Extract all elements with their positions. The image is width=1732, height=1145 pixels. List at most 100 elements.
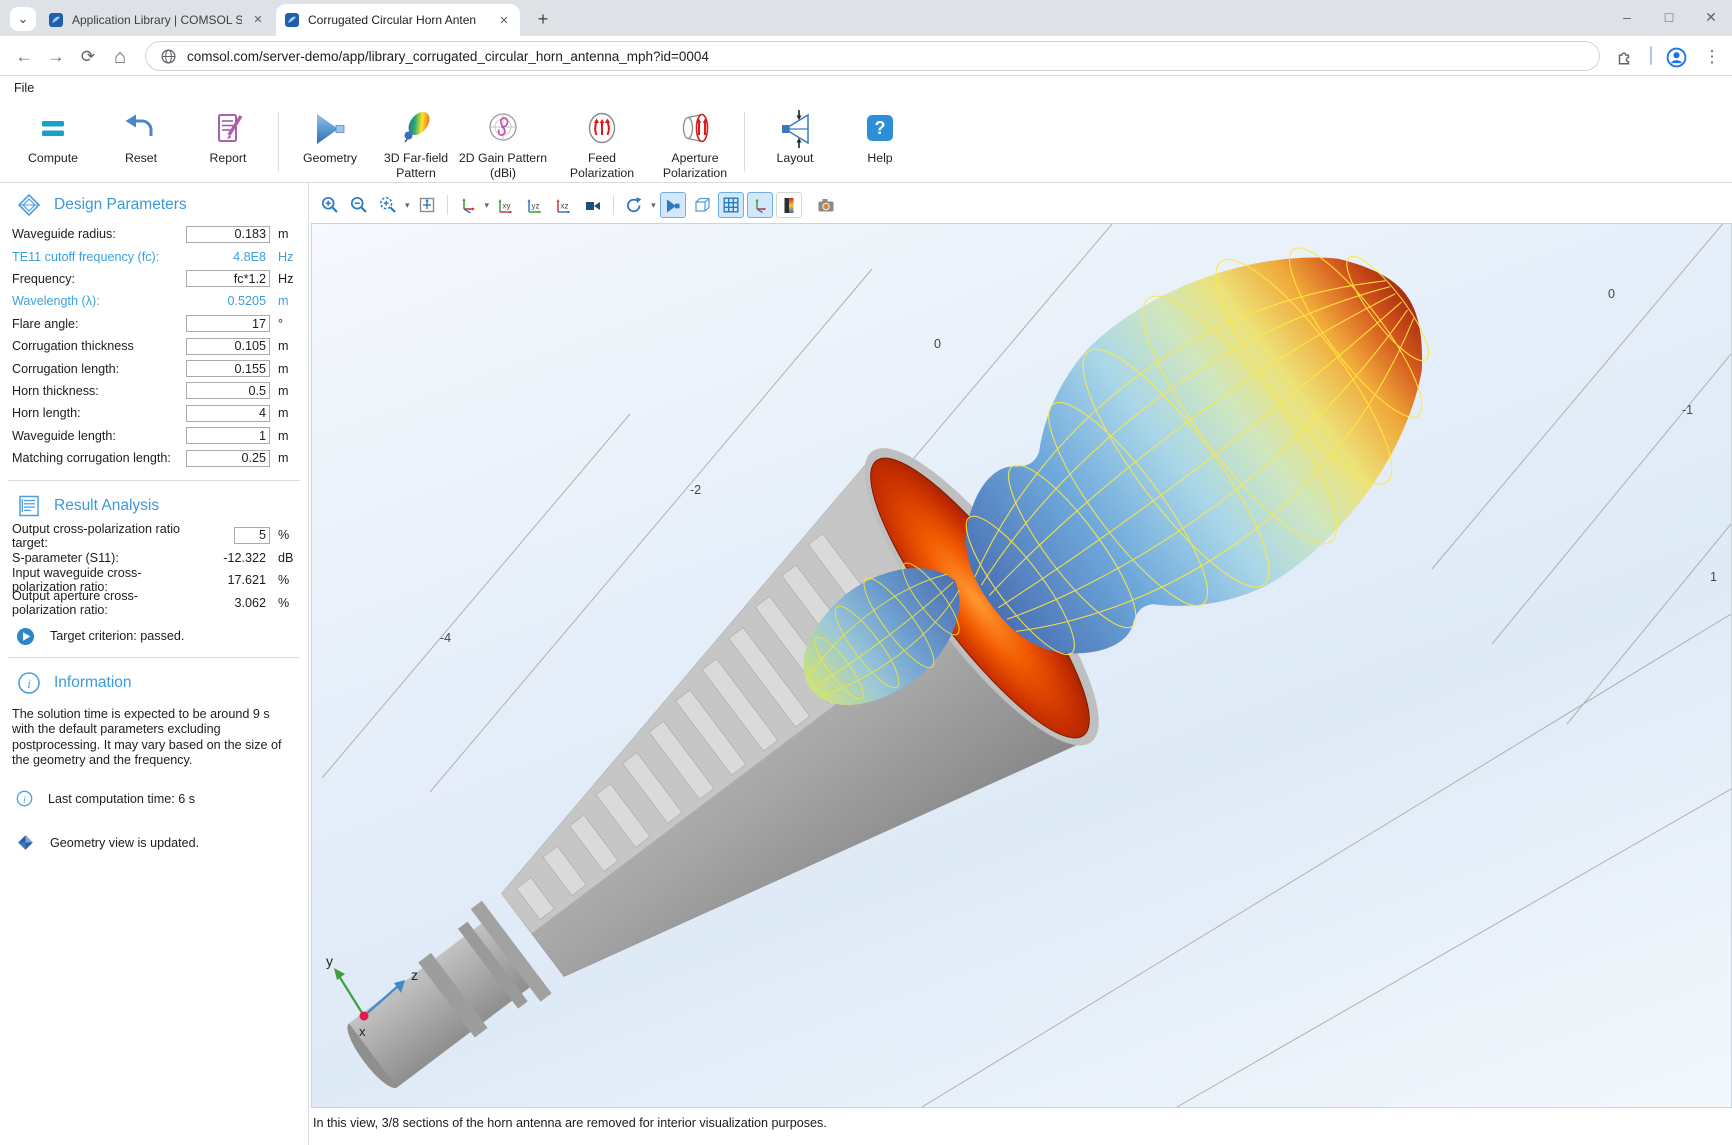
toolbar-separator xyxy=(447,195,448,215)
result-row: Output cross-polarization ratio target:% xyxy=(0,524,308,546)
tab-close-icon[interactable]: ✕ xyxy=(496,12,512,28)
scene-light-toggle[interactable] xyxy=(660,192,686,218)
gain-2d-button[interactable]: 2D Gain Pattern (dBi) xyxy=(456,106,550,180)
far-field-3d-button[interactable]: 3D Far-field Pattern xyxy=(369,106,463,180)
svg-text:i: i xyxy=(27,676,31,691)
rotate-view-button[interactable] xyxy=(621,192,647,218)
waveguide-length-input[interactable] xyxy=(186,427,270,444)
window-close-button[interactable]: ✕ xyxy=(1690,0,1732,34)
color-legend-toggle[interactable] xyxy=(776,192,802,218)
xz-view-button[interactable]: xz xyxy=(551,192,577,218)
maximize-icon: □ xyxy=(1665,9,1673,25)
flare-angle-input[interactable] xyxy=(186,315,270,332)
wavelength-value: 0.5205 xyxy=(186,294,270,308)
section-divider xyxy=(8,657,300,658)
parameter-row: Corrugation thicknessm xyxy=(0,335,308,357)
parameter-row: TE11 cutoff frequency (fc):4.8E8Hz xyxy=(0,245,308,267)
parameter-row: Corrugation length:m xyxy=(0,357,308,379)
section-title: Information xyxy=(54,674,132,692)
zoom-box-button[interactable] xyxy=(375,192,401,218)
status-text: Last computation time: 6 s xyxy=(48,792,195,806)
graphics-panel: ▾ ▾ xy yz xz ▾ xyxy=(309,183,1732,1145)
feed-polarization-button[interactable]: Feed Polarization xyxy=(555,106,649,180)
back-button[interactable]: ← xyxy=(10,43,38,71)
waveguide-radius-input[interactable] xyxy=(186,226,270,243)
feed-polarization-icon xyxy=(582,106,622,150)
axis-orientation-toggle[interactable] xyxy=(747,192,773,218)
tab-title: Corrugated Circular Horn Anten xyxy=(308,13,488,27)
matching-corrugation-length-input[interactable] xyxy=(186,450,270,467)
home-button[interactable]: ⌂ xyxy=(106,43,134,71)
question-mark-icon: ? xyxy=(867,115,893,141)
transparency-toggle[interactable] xyxy=(689,192,715,218)
3d-viewport[interactable]: 0 -2 -4 0 -1 1 xyxy=(311,223,1732,1108)
layout-button[interactable]: Layout xyxy=(748,106,842,180)
horn-antenna-scene: 0 -2 -4 0 -1 1 xyxy=(312,224,1731,1107)
corrugation-length-input[interactable] xyxy=(186,360,270,377)
reload-button[interactable]: ⟳ xyxy=(74,43,102,71)
information-paragraph: The solution time is expected to be arou… xyxy=(0,701,308,768)
compute-button[interactable]: Compute xyxy=(6,106,100,180)
forward-button[interactable]: → xyxy=(42,43,70,71)
parameter-row: Flare angle:° xyxy=(0,313,308,335)
tab-search-button[interactable]: ⌄ xyxy=(10,7,36,31)
horn-thickness-input[interactable] xyxy=(186,382,270,399)
parameters-panel: Design Parameters Waveguide radius:m TE1… xyxy=(0,183,309,1145)
browser-menu-button[interactable]: ⋮ xyxy=(1698,43,1726,71)
grid-toggle[interactable] xyxy=(718,192,744,218)
profile-button[interactable] xyxy=(1662,43,1690,71)
zoom-in-button[interactable] xyxy=(317,192,343,218)
extensions-button[interactable] xyxy=(1610,43,1638,71)
chevron-down-icon[interactable]: ▾ xyxy=(651,200,656,211)
cross-polarization-target-input[interactable] xyxy=(234,527,270,544)
rotate-arrow-icon xyxy=(624,195,644,215)
frequency-input[interactable] xyxy=(186,270,270,287)
xy-view-button[interactable]: xy xyxy=(493,192,519,218)
close-icon: ✕ xyxy=(1705,9,1717,26)
cube-icon xyxy=(692,195,712,215)
snapshot-button[interactable] xyxy=(813,192,839,218)
axis-label: 0 xyxy=(934,337,941,351)
te11-cutoff-value: 4.8E8 xyxy=(186,250,270,264)
reset-button[interactable]: Reset xyxy=(94,106,188,180)
new-tab-button[interactable]: + xyxy=(530,7,556,31)
xz-view-icon: xz xyxy=(554,195,574,215)
minimize-icon: – xyxy=(1623,9,1631,25)
zoom-out-button[interactable] xyxy=(346,192,372,218)
default-view-button[interactable] xyxy=(455,192,481,218)
tab-close-icon[interactable]: ✕ xyxy=(250,12,266,28)
forward-icon: → xyxy=(48,47,65,67)
geometry-button[interactable]: Geometry xyxy=(283,106,377,180)
reload-icon: ⟳ xyxy=(81,47,95,67)
ribbon-separator xyxy=(744,112,745,172)
horn-length-input[interactable] xyxy=(186,405,270,422)
zoom-extents-icon xyxy=(417,195,437,215)
projection-button[interactable] xyxy=(580,192,606,218)
window-maximize-button[interactable]: □ xyxy=(1648,0,1690,34)
chevron-down-icon[interactable]: ▾ xyxy=(485,200,490,211)
triad-y-label: y xyxy=(326,953,333,969)
yz-view-button[interactable]: yz xyxy=(522,192,548,218)
chevron-down-icon[interactable]: ▾ xyxy=(405,200,410,211)
info-icon: i xyxy=(16,670,42,696)
svg-text:xy: xy xyxy=(503,202,511,211)
corrugation-thickness-input[interactable] xyxy=(186,338,270,355)
help-button[interactable]: ? Help xyxy=(833,106,927,180)
tab-corrugated-horn[interactable]: Corrugated Circular Horn Anten ✕ xyxy=(276,4,520,36)
tab-application-library[interactable]: Application Library | COMSOL S ✕ xyxy=(40,6,274,33)
zoom-out-icon xyxy=(349,195,369,215)
plus-icon: + xyxy=(538,9,549,30)
url-bar[interactable]: comsol.com/server-demo/app/library_corru… xyxy=(145,41,1600,71)
view-caption: In this view, 3/8 sections of the horn a… xyxy=(313,1116,827,1130)
window-minimize-button[interactable]: – xyxy=(1606,0,1648,34)
axis-triad-icon xyxy=(750,195,770,215)
zoom-extents-button[interactable] xyxy=(414,192,440,218)
aperture-polarization-button[interactable]: Aperture Polarization xyxy=(648,106,742,180)
zoom-box-icon xyxy=(378,195,398,215)
parameter-row: Wavelength (λ):0.5205m xyxy=(0,290,308,312)
last-computation-status: i Last computation time: 6 s xyxy=(0,768,308,807)
report-button[interactable]: Report xyxy=(181,106,275,180)
file-menu[interactable]: File xyxy=(14,81,34,95)
app-window: ⌄ Application Library | COMSOL S ✕ Corru… xyxy=(0,0,1732,1145)
output-cross-pol-value: 3.062 xyxy=(186,596,270,610)
